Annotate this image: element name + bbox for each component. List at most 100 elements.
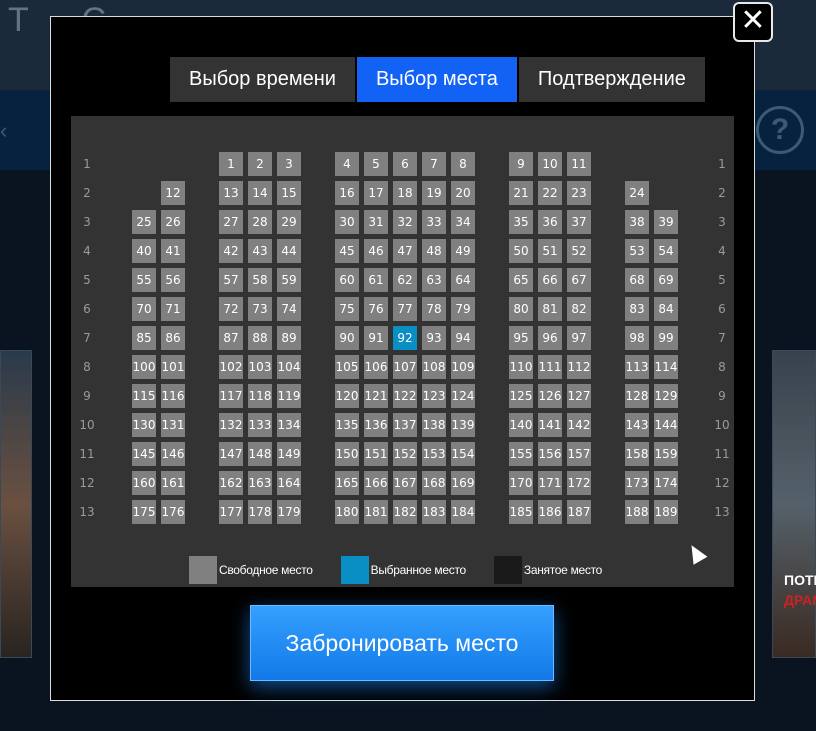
- seat-143[interactable]: 143: [625, 413, 649, 437]
- seat-65[interactable]: 65: [509, 268, 533, 292]
- seat-10[interactable]: 10: [538, 152, 562, 176]
- seat-123[interactable]: 123: [422, 384, 446, 408]
- seat-130[interactable]: 130: [132, 413, 156, 437]
- seat-59[interactable]: 59: [277, 268, 301, 292]
- seat-132[interactable]: 132: [219, 413, 243, 437]
- seat-142[interactable]: 142: [567, 413, 591, 437]
- seat-92[interactable]: 92: [393, 326, 417, 350]
- seat-105[interactable]: 105: [335, 355, 359, 379]
- seat-141[interactable]: 141: [538, 413, 562, 437]
- seat-116[interactable]: 116: [161, 384, 185, 408]
- seat-36[interactable]: 36: [538, 210, 562, 234]
- seat-50[interactable]: 50: [509, 239, 533, 263]
- seat-181[interactable]: 181: [364, 500, 388, 524]
- seat-163[interactable]: 163: [248, 471, 272, 495]
- seat-3[interactable]: 3: [277, 152, 301, 176]
- seat-156[interactable]: 156: [538, 442, 562, 466]
- seat-11[interactable]: 11: [567, 152, 591, 176]
- seat-122[interactable]: 122: [393, 384, 417, 408]
- seat-125[interactable]: 125: [509, 384, 533, 408]
- seat-110[interactable]: 110: [509, 355, 533, 379]
- seat-119[interactable]: 119: [277, 384, 301, 408]
- seat-25[interactable]: 25: [132, 210, 156, 234]
- seat-81[interactable]: 81: [538, 297, 562, 321]
- seat-83[interactable]: 83: [625, 297, 649, 321]
- seat-51[interactable]: 51: [538, 239, 562, 263]
- seat-127[interactable]: 127: [567, 384, 591, 408]
- seat-52[interactable]: 52: [567, 239, 591, 263]
- seat-159[interactable]: 159: [654, 442, 678, 466]
- seat-39[interactable]: 39: [654, 210, 678, 234]
- seat-177[interactable]: 177: [219, 500, 243, 524]
- seat-45[interactable]: 45: [335, 239, 359, 263]
- seat-6[interactable]: 6: [393, 152, 417, 176]
- seat-49[interactable]: 49: [451, 239, 475, 263]
- seat-29[interactable]: 29: [277, 210, 301, 234]
- tab-time-selection[interactable]: Выбор времени: [170, 57, 355, 102]
- seat-120[interactable]: 120: [335, 384, 359, 408]
- seat-171[interactable]: 171: [538, 471, 562, 495]
- seat-153[interactable]: 153: [422, 442, 446, 466]
- seat-155[interactable]: 155: [509, 442, 533, 466]
- seat-76[interactable]: 76: [364, 297, 388, 321]
- seat-91[interactable]: 91: [364, 326, 388, 350]
- seat-108[interactable]: 108: [422, 355, 446, 379]
- seat-98[interactable]: 98: [625, 326, 649, 350]
- seat-113[interactable]: 113: [625, 355, 649, 379]
- seat-77[interactable]: 77: [393, 297, 417, 321]
- seat-54[interactable]: 54: [654, 239, 678, 263]
- seat-97[interactable]: 97: [567, 326, 591, 350]
- seat-26[interactable]: 26: [161, 210, 185, 234]
- seat-7[interactable]: 7: [422, 152, 446, 176]
- seat-41[interactable]: 41: [161, 239, 185, 263]
- seat-31[interactable]: 31: [364, 210, 388, 234]
- background-poster-right[interactable]: [772, 350, 816, 658]
- seat-5[interactable]: 5: [364, 152, 388, 176]
- seat-100[interactable]: 100: [132, 355, 156, 379]
- seat-48[interactable]: 48: [422, 239, 446, 263]
- seat-107[interactable]: 107: [393, 355, 417, 379]
- seat-18[interactable]: 18: [393, 181, 417, 205]
- seat-28[interactable]: 28: [248, 210, 272, 234]
- seat-57[interactable]: 57: [219, 268, 243, 292]
- seat-4[interactable]: 4: [335, 152, 359, 176]
- seat-78[interactable]: 78: [422, 297, 446, 321]
- seat-21[interactable]: 21: [509, 181, 533, 205]
- seat-150[interactable]: 150: [335, 442, 359, 466]
- seat-179[interactable]: 179: [277, 500, 301, 524]
- seat-22[interactable]: 22: [538, 181, 562, 205]
- seat-183[interactable]: 183: [422, 500, 446, 524]
- seat-88[interactable]: 88: [248, 326, 272, 350]
- seat-175[interactable]: 175: [132, 500, 156, 524]
- seat-33[interactable]: 33: [422, 210, 446, 234]
- seat-71[interactable]: 71: [161, 297, 185, 321]
- seat-168[interactable]: 168: [422, 471, 446, 495]
- seat-1[interactable]: 1: [219, 152, 243, 176]
- seat-68[interactable]: 68: [625, 268, 649, 292]
- seat-188[interactable]: 188: [625, 500, 649, 524]
- seat-147[interactable]: 147: [219, 442, 243, 466]
- seat-115[interactable]: 115: [132, 384, 156, 408]
- seat-173[interactable]: 173: [625, 471, 649, 495]
- seat-184[interactable]: 184: [451, 500, 475, 524]
- tab-seat-selection[interactable]: Выбор места: [356, 57, 517, 102]
- seat-79[interactable]: 79: [451, 297, 475, 321]
- tab-confirmation[interactable]: Подтверждение: [518, 57, 705, 102]
- seat-55[interactable]: 55: [132, 268, 156, 292]
- seat-75[interactable]: 75: [335, 297, 359, 321]
- seat-61[interactable]: 61: [364, 268, 388, 292]
- seat-165[interactable]: 165: [335, 471, 359, 495]
- seat-35[interactable]: 35: [509, 210, 533, 234]
- seat-182[interactable]: 182: [393, 500, 417, 524]
- seat-170[interactable]: 170: [509, 471, 533, 495]
- seat-86[interactable]: 86: [161, 326, 185, 350]
- seat-174[interactable]: 174: [654, 471, 678, 495]
- seat-121[interactable]: 121: [364, 384, 388, 408]
- seat-109[interactable]: 109: [451, 355, 475, 379]
- seat-139[interactable]: 139: [451, 413, 475, 437]
- seat-137[interactable]: 137: [393, 413, 417, 437]
- seat-12[interactable]: 12: [161, 181, 185, 205]
- seat-111[interactable]: 111: [538, 355, 562, 379]
- seat-131[interactable]: 131: [161, 413, 185, 437]
- seat-169[interactable]: 169: [451, 471, 475, 495]
